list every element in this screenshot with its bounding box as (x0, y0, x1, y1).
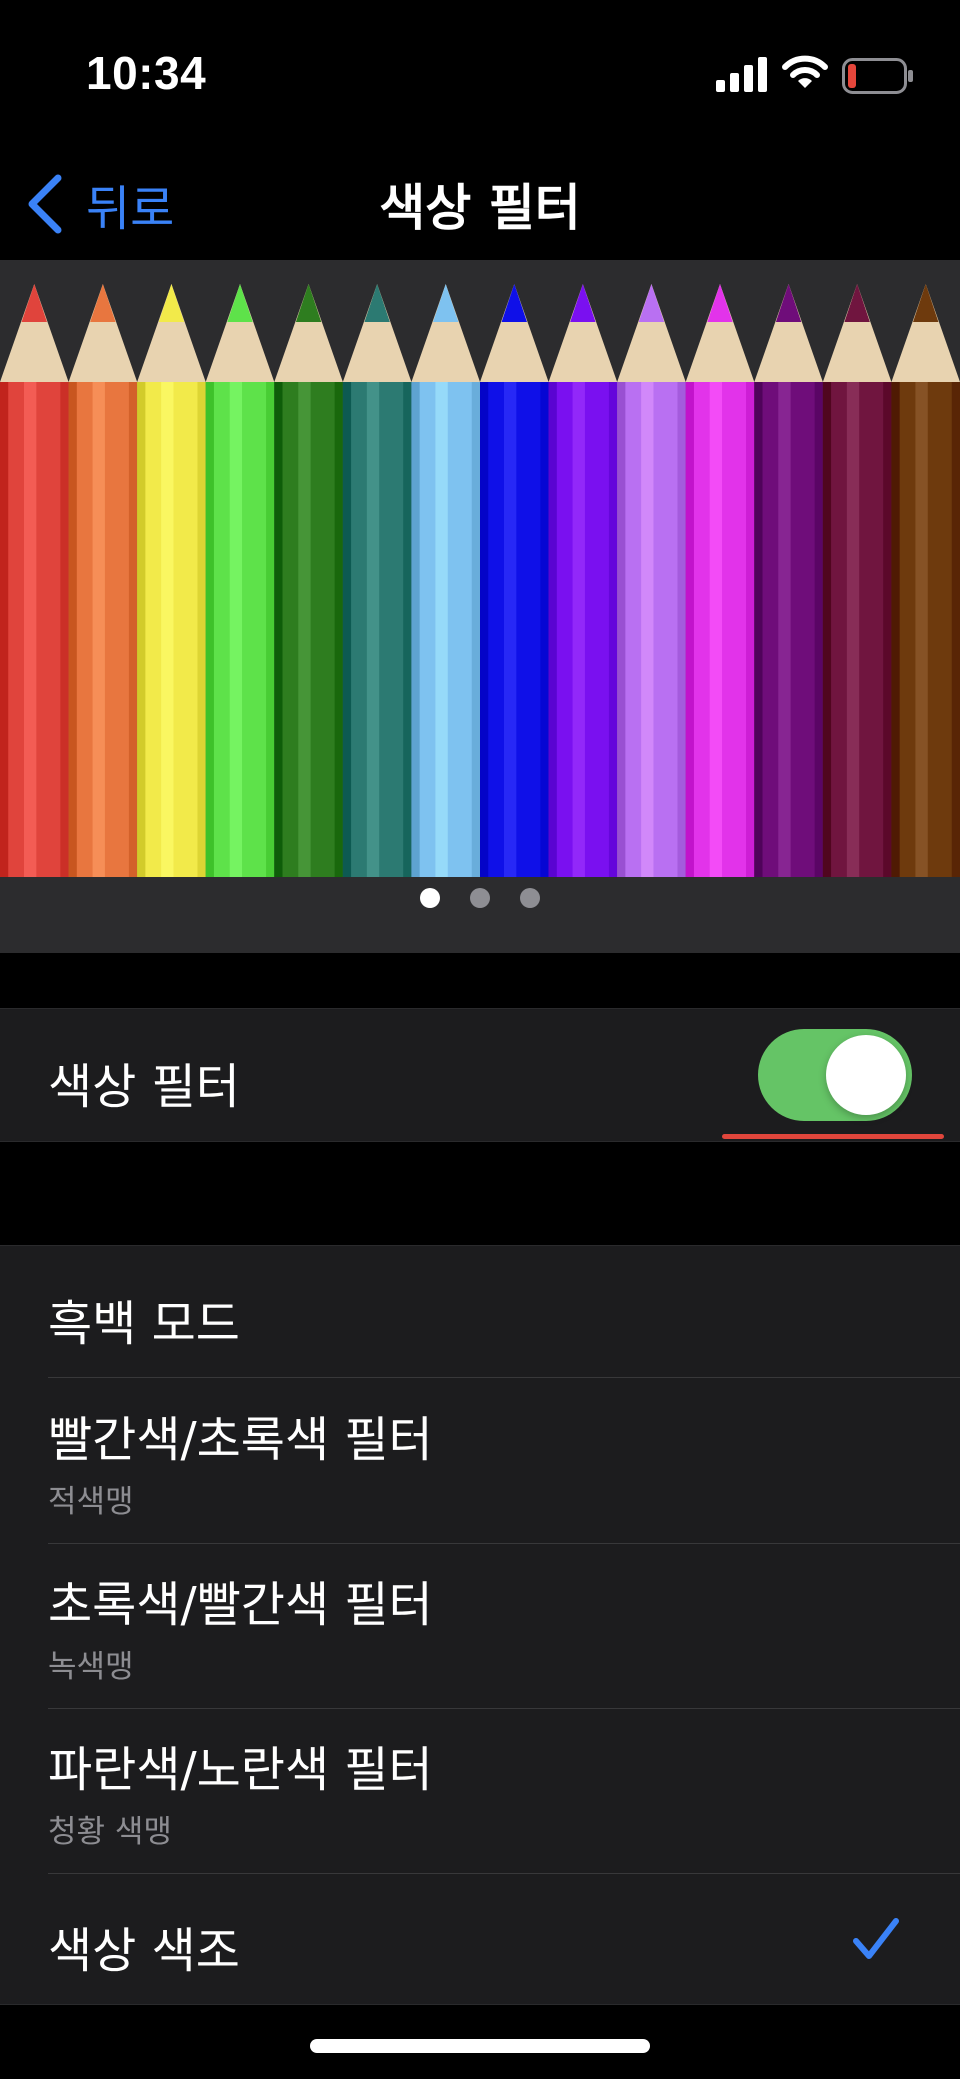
list-item-deuteranopia[interactable]: 초록색/빨간색 필터 녹색맹 (0, 1543, 960, 1708)
page-indicator[interactable] (0, 878, 960, 918)
pencil (685, 284, 755, 877)
page-dot[interactable] (420, 888, 440, 908)
filter-subtitle: 적색맹 (48, 1484, 134, 1520)
switch-knob (826, 1035, 906, 1115)
pencil (68, 284, 138, 877)
pencil (205, 284, 275, 877)
highlight-underline (722, 1134, 944, 1139)
filter-title: 빨간색/초록색 필터 (48, 1412, 433, 1468)
filter-title: 파란색/노란색 필터 (48, 1742, 433, 1798)
page-dot[interactable] (520, 888, 540, 908)
pencil (342, 284, 412, 877)
color-filter-label: 색상 필터 (48, 1059, 240, 1115)
status-bar: 10:34 (0, 0, 960, 150)
pencil (754, 284, 823, 877)
page-dot[interactable] (470, 888, 490, 908)
color-preview-carousel[interactable] (0, 260, 960, 953)
color-filter-switch[interactable] (758, 1029, 912, 1121)
home-indicator[interactable] (310, 2039, 650, 2053)
pencil (548, 284, 618, 877)
pencil (822, 284, 892, 877)
signal-icon (716, 57, 767, 92)
pencil (617, 284, 686, 877)
filter-title: 흑백 모드 (48, 1296, 240, 1352)
filter-subtitle: 녹색맹 (48, 1649, 134, 1685)
list-item-grayscale[interactable]: 흑백 모드 (0, 1246, 960, 1378)
checkmark-icon (853, 1918, 899, 1959)
list-item-tritanopia[interactable]: 파란색/노란색 필터 청황 색맹 (0, 1708, 960, 1873)
pencil (0, 284, 69, 877)
wifi-icon (782, 55, 828, 88)
filter-title: 초록색/빨간색 필터 (48, 1577, 433, 1633)
filter-title: 색상 색조 (48, 1923, 240, 1979)
pencil (480, 284, 549, 877)
pencil (411, 284, 480, 877)
list-item-color-tint[interactable]: 색상 색조 (0, 1873, 960, 2004)
pencil (274, 284, 343, 877)
status-time: 10:34 (86, 47, 207, 99)
filter-options-list: 흑백 모드 빨간색/초록색 필터 적색맹 초록색/빨간색 필터 녹색맹 파란색/… (0, 1245, 960, 2005)
list-item-protanopia[interactable]: 빨간색/초록색 필터 적색맹 (0, 1378, 960, 1543)
color-filter-toggle-row: 색상 필터 (0, 1008, 960, 1142)
page-title: 색상 필터 (379, 179, 581, 237)
pencil (137, 284, 206, 877)
battery-low-icon (842, 58, 913, 94)
filter-subtitle: 청황 색맹 (48, 1814, 172, 1850)
pencil (891, 284, 960, 877)
navigation-bar: 뒤로 색상 필터 (0, 150, 960, 260)
